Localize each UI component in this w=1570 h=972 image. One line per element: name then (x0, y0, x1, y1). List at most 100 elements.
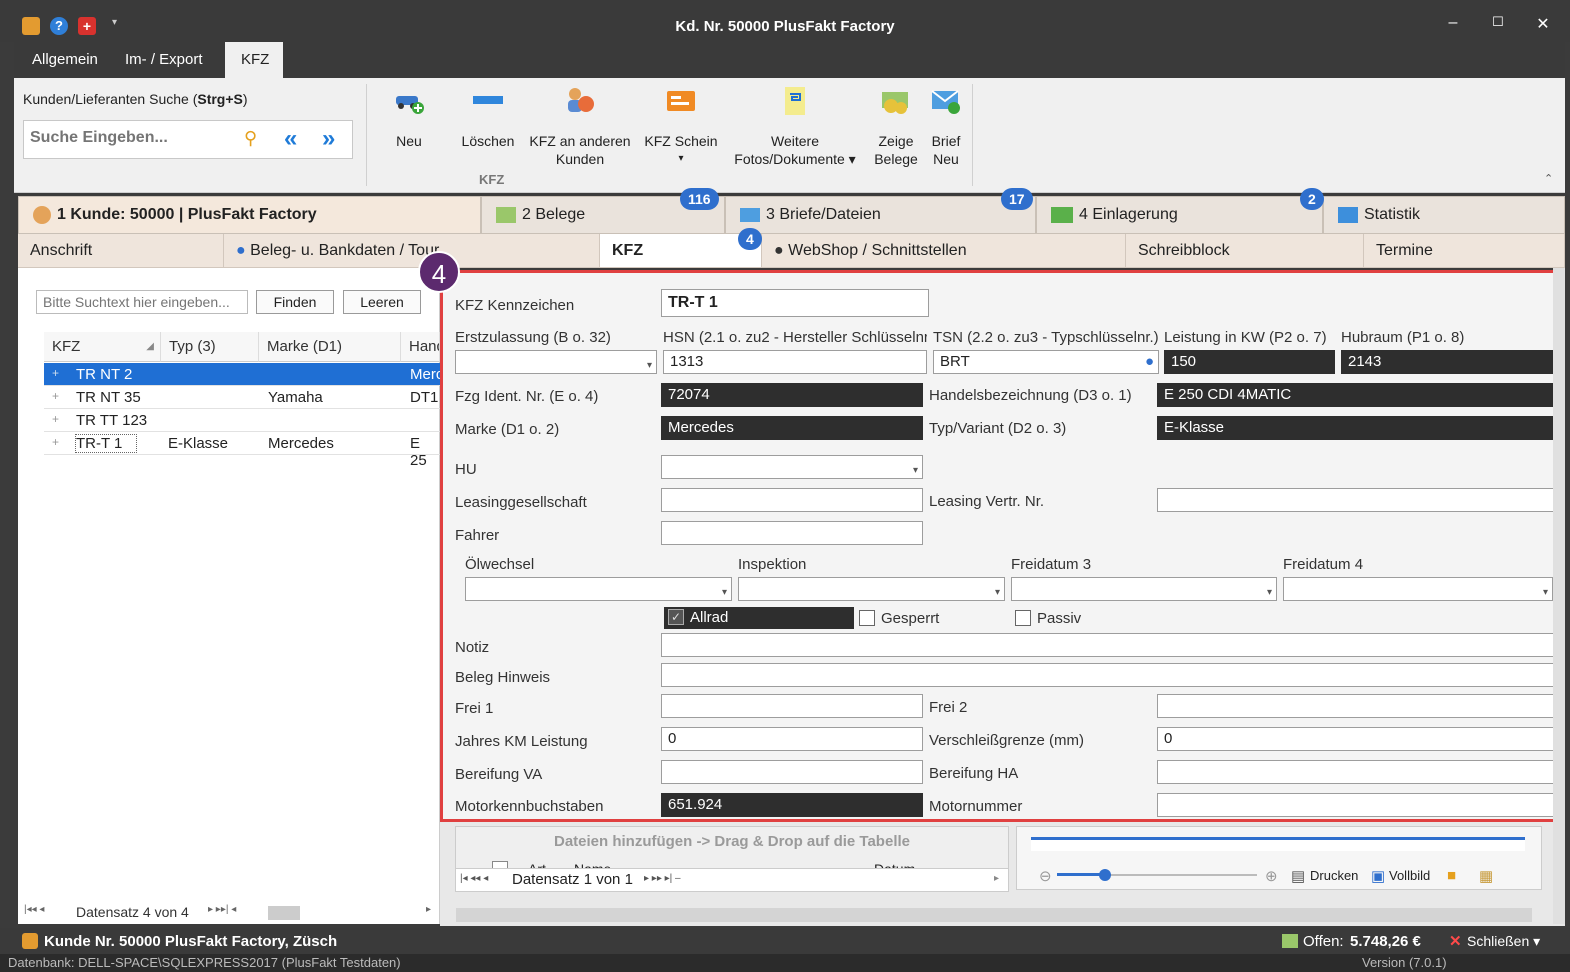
vehicle-search-input[interactable] (36, 290, 248, 314)
freidatum4-label: Freidatum 4 (1283, 556, 1364, 573)
oelwechsel-date-picker[interactable]: ▾ (465, 577, 732, 601)
close-icon[interactable]: ✕ (1449, 932, 1462, 950)
freidatum3-date-picker[interactable]: ▾ (1011, 577, 1277, 601)
close-button[interactable]: ✕ (1528, 14, 1558, 34)
gesperrt-checkbox[interactable]: Gesperrt (859, 609, 969, 629)
motornummer-field[interactable] (1157, 793, 1557, 817)
leasingnr-field[interactable] (1157, 488, 1557, 512)
allrad-checkbox[interactable]: ✓ Allrad (664, 607, 854, 629)
motorkennbuchstaben-label: Motorkennbuchstaben (455, 798, 604, 815)
expand-icon[interactable]: + (52, 435, 59, 449)
bereifung-ha-field[interactable] (1157, 760, 1557, 784)
subtab-schreibblock[interactable]: Schreibblock (1126, 234, 1364, 268)
tab-kfz[interactable]: KFZ (225, 42, 283, 78)
tsn-field[interactable]: BRT ● (933, 350, 1159, 374)
tab-allgemein[interactable]: Allgemein (16, 42, 114, 78)
assign-to-customer-button[interactable]: KFZ an anderen Kunden (526, 86, 634, 168)
subtab-beleg-bankdaten[interactable]: ● Beleg- u. Bankdaten / Tour (224, 234, 600, 268)
column-header-marke[interactable]: Marke (D1) (259, 332, 401, 362)
globe-icon[interactable]: ● (1145, 353, 1154, 371)
subtab-anschrift[interactable]: Anschrift (18, 234, 224, 268)
folder-icon[interactable]: ■ (1447, 867, 1456, 884)
check-icon: ✓ (668, 609, 684, 625)
last-record-icon[interactable]: ▸ ▸▸ ▸| – (644, 873, 681, 884)
close-customer-button[interactable]: Schließen ▾ (1467, 933, 1540, 950)
zoom-slider[interactable] (1057, 869, 1257, 881)
open-amount-label: Offen: (1303, 933, 1344, 950)
vehicle-registration-button[interactable]: KFZ Schein ▾ (642, 86, 720, 168)
customer-search-box: ⚲ « » (23, 120, 353, 159)
tab-briefe-dateien[interactable]: 3 Briefe/Dateien (725, 196, 1036, 234)
scroll-right-icon[interactable]: ▸ (994, 873, 999, 884)
table-row[interactable]: + TR TT 123 (44, 409, 440, 432)
collapse-ribbon-icon[interactable]: ⌃ (1544, 172, 1553, 185)
clear-button[interactable]: Leeren (343, 290, 421, 314)
kennzeichen-field[interactable]: TR-T 1 (661, 289, 929, 317)
show-documents-button[interactable]: Zeige Belege (874, 86, 918, 168)
table-row[interactable]: + TR NT 2 Merc (44, 363, 443, 386)
first-record-icon[interactable]: |◂◂ ◂ (24, 904, 44, 915)
next-icon[interactable]: » (322, 125, 335, 153)
maximize-button[interactable]: ☐ (1483, 14, 1513, 30)
fullscreen-icon[interactable]: ▣ (1371, 867, 1385, 885)
kennzeichen-label: KFZ Kennzeichen (455, 297, 575, 314)
customer-search-input[interactable] (30, 129, 230, 147)
verschleiss-field[interactable]: 0 (1157, 727, 1557, 751)
title-bar: ? + ▾ Kd. Nr. 50000 PlusFakt Factory – ☐… (0, 0, 1570, 42)
tsn-label: TSN (2.2 o. zu3 - Typschlüsselnr.) (933, 329, 1159, 346)
tab-kunde[interactable]: 1 Kunde: 50000 | PlusFakt Factory (18, 196, 481, 234)
zoom-slider-thumb[interactable] (1099, 869, 1111, 881)
frei2-field[interactable] (1157, 694, 1557, 718)
zoom-out-icon[interactable]: ⊖ (1039, 867, 1052, 885)
tab-statistik[interactable]: Statistik (1323, 196, 1565, 234)
last-record-icon[interactable]: ▸ ▸▸| ◂ (208, 904, 236, 915)
hsn-field[interactable]: 1313 (663, 350, 927, 374)
column-header-kfz[interactable]: KFZ ◢ (44, 332, 161, 362)
zoom-in-icon[interactable]: ⊕ (1265, 867, 1278, 885)
vertical-scrollbar[interactable] (1553, 268, 1565, 924)
column-header-handel[interactable]: Hand (401, 332, 440, 362)
subtab-webshop[interactable]: ● WebShop / Schnittstellen (762, 234, 1126, 268)
new-vehicle-button[interactable]: Neu (389, 86, 429, 150)
horizontal-scrollbar[interactable] (268, 906, 300, 920)
more-photos-documents-button[interactable]: Weitere Fotos/Dokumente ▾ (728, 86, 862, 168)
bereifung-va-field[interactable] (661, 760, 923, 784)
clipboard-icon[interactable]: ▦ (1479, 867, 1493, 885)
expand-icon[interactable]: + (52, 412, 59, 426)
frei1-field[interactable] (661, 694, 923, 718)
notiz-field[interactable] (661, 633, 1557, 657)
fullscreen-button[interactable]: Vollbild (1389, 868, 1430, 883)
fahrer-field[interactable] (661, 521, 923, 545)
search-icon[interactable]: ⚲ (244, 128, 257, 149)
printer-icon[interactable]: ▤ (1291, 867, 1305, 885)
horizontal-scrollbar[interactable] (456, 908, 1532, 922)
table-row[interactable]: + TR-T 1 E-Klasse Mercedes E 25 (44, 432, 440, 469)
hsn-label: HSN (2.1 o. zu2 - Hersteller Schlüsselnr… (663, 329, 927, 346)
expand-icon[interactable]: + (52, 389, 59, 403)
print-button[interactable]: Drucken (1310, 868, 1358, 883)
record-navigator: |◂◂ ◂ Datensatz 4 von 4 ▸ ▸▸| ◂ ▸ (18, 902, 440, 924)
new-letter-button[interactable]: Brief Neu (928, 86, 964, 168)
inspektion-date-picker[interactable]: ▾ (738, 577, 1005, 601)
subtab-termine[interactable]: Termine (1364, 234, 1565, 268)
leasing-field[interactable] (661, 488, 923, 512)
tab-einlagerung[interactable]: 4 Einlagerung (1036, 196, 1323, 234)
column-header-typ[interactable]: Typ (3) (161, 332, 259, 362)
tab-im-export[interactable]: Im- / Export (109, 42, 219, 78)
expand-icon[interactable]: + (52, 366, 59, 380)
find-button[interactable]: Finden (256, 290, 334, 314)
previous-icon[interactable]: « (284, 125, 297, 153)
hinweis-field[interactable] (661, 663, 1557, 687)
erstzulassung-date-picker[interactable]: ▾ (455, 350, 657, 374)
scroll-right-icon[interactable]: ▸ (426, 904, 431, 915)
km-field[interactable]: 0 (661, 727, 923, 751)
freidatum4-date-picker[interactable]: ▾ (1283, 577, 1553, 601)
first-record-icon[interactable]: |◂ ◂◂ ◂ (460, 873, 488, 884)
chevron-down-icon: ▾ (721, 587, 727, 598)
passiv-checkbox[interactable]: Passiv (1015, 609, 1105, 629)
minimize-button[interactable]: – (1438, 14, 1468, 32)
table-row[interactable]: + TR NT 35 Yamaha DT1 (44, 386, 440, 409)
hu-date-picker[interactable]: ▾ (661, 455, 923, 479)
motorkennbuchstaben-field: 651.924 (661, 793, 923, 817)
delete-button[interactable]: Löschen (459, 86, 517, 150)
